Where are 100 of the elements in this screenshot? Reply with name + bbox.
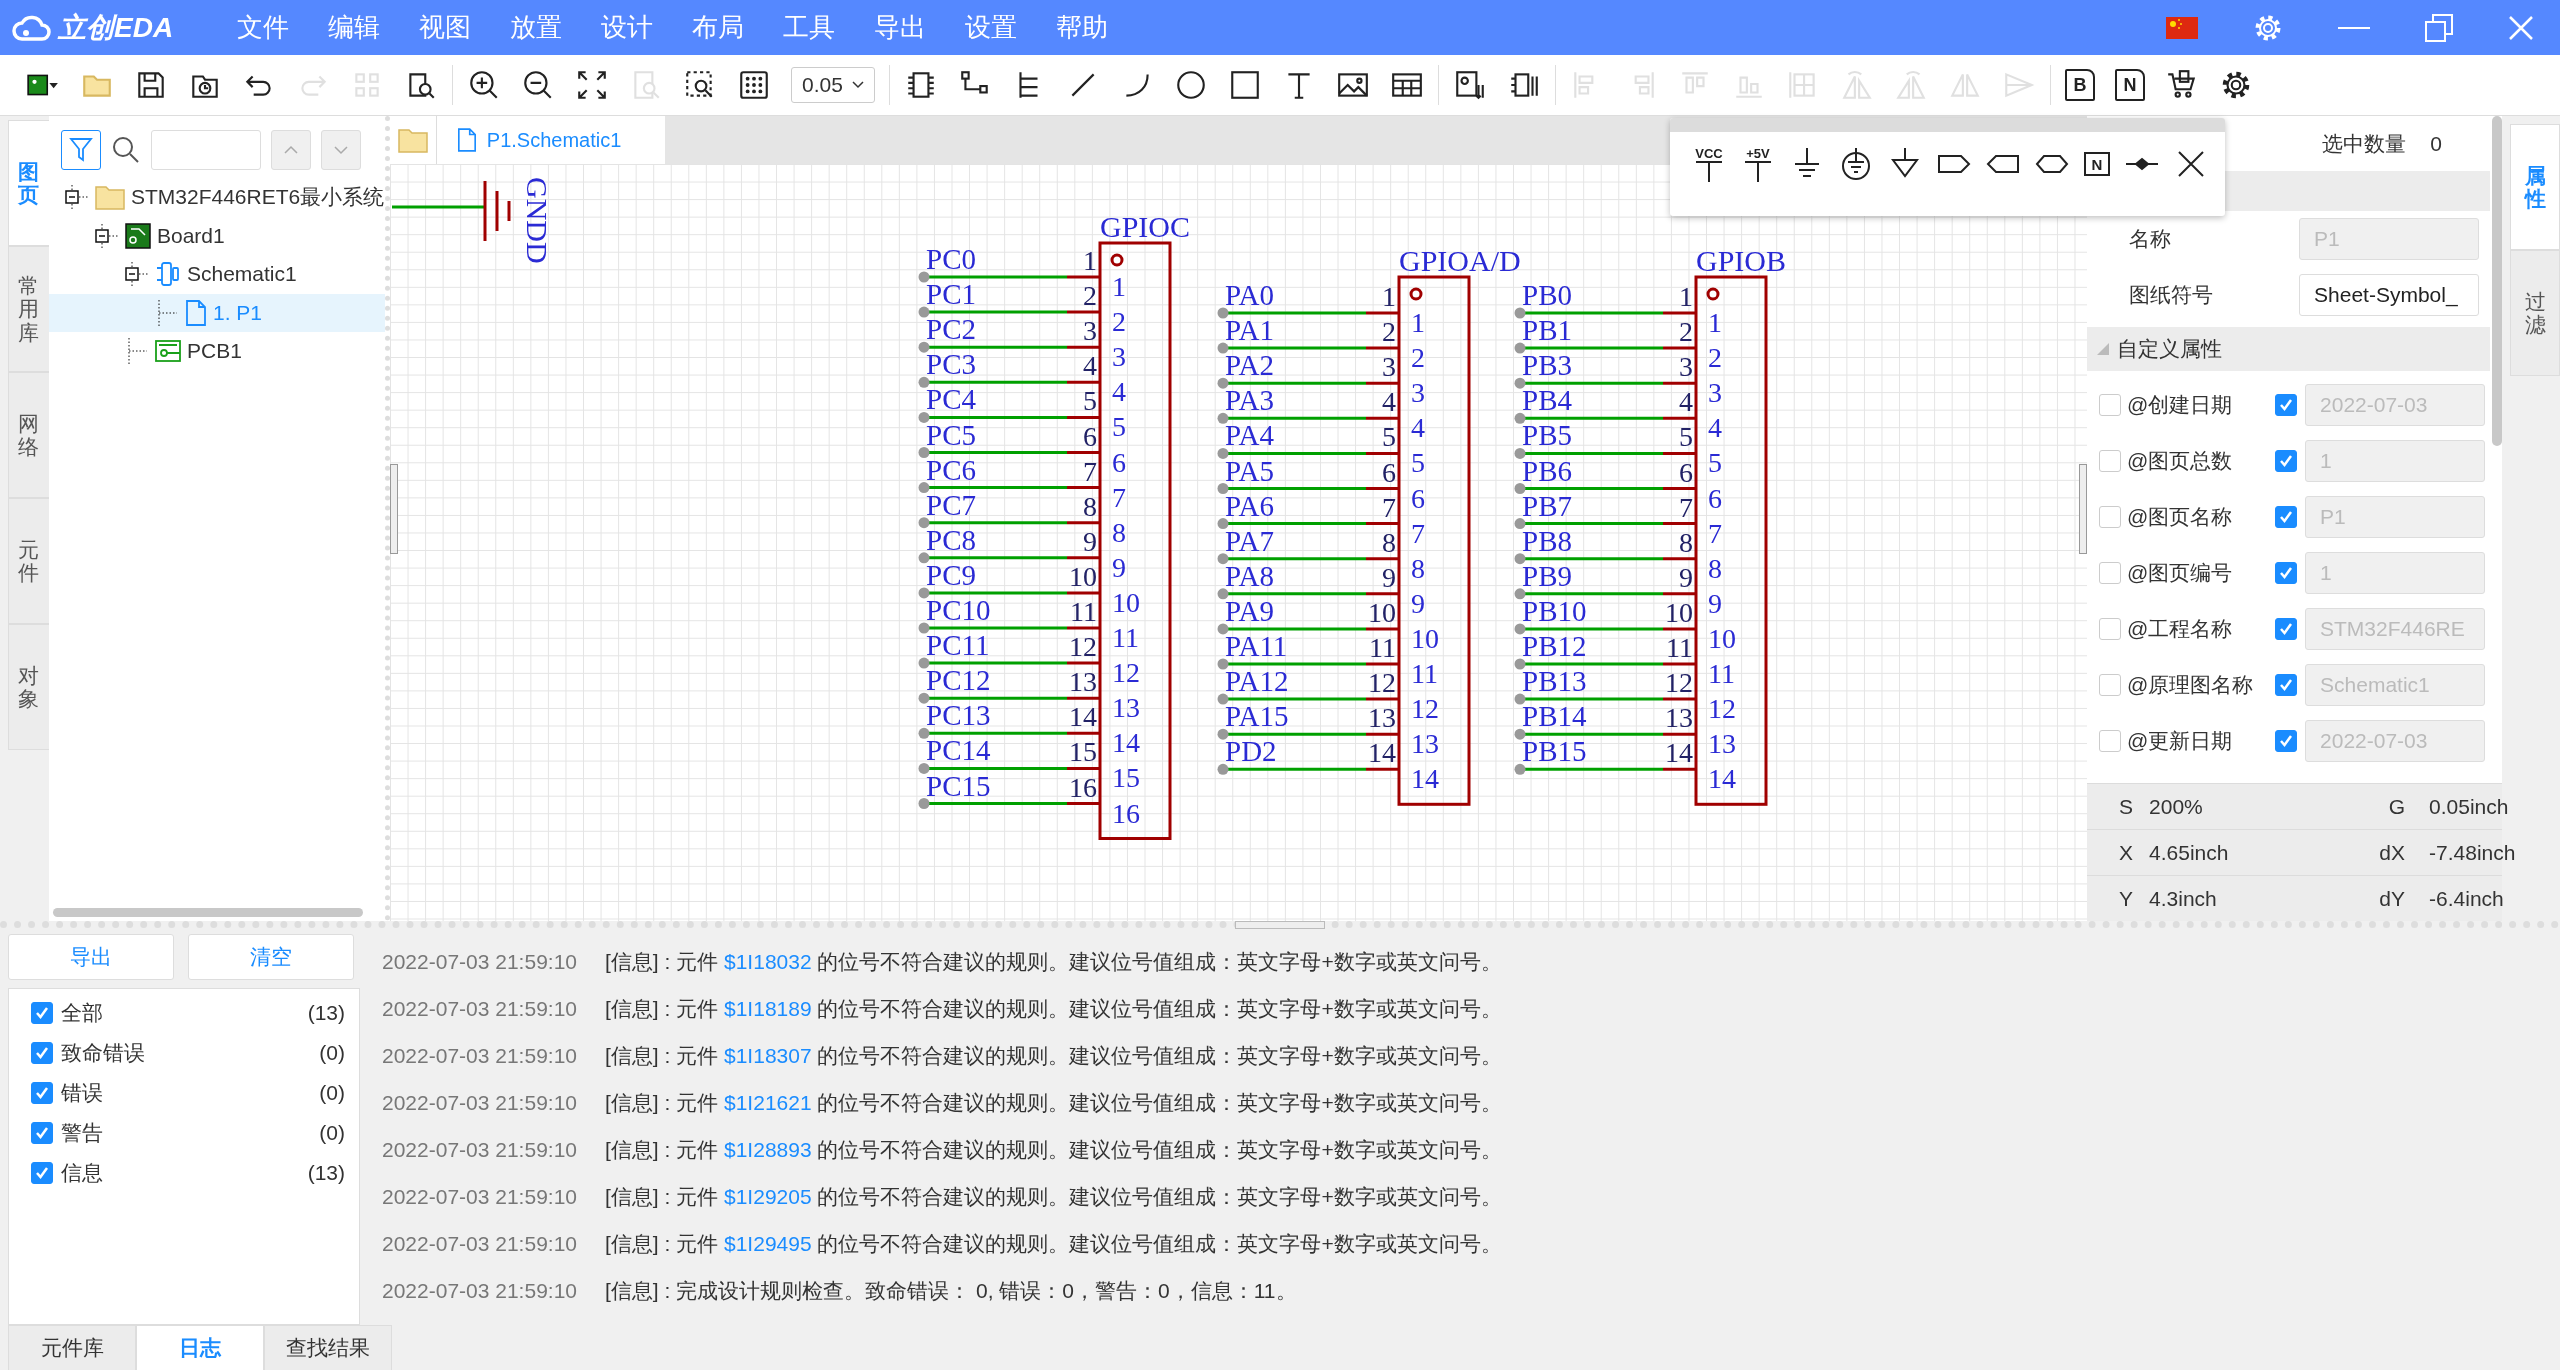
- menu-item[interactable]: 设计: [601, 10, 653, 45]
- component-link[interactable]: $1I18189: [724, 996, 812, 1020]
- bottom-tab[interactable]: 元件库: [8, 1325, 136, 1370]
- side-tab[interactable]: 网络: [8, 372, 49, 498]
- checkbox[interactable]: [31, 1002, 53, 1024]
- pin[interactable]: [1217, 483, 1399, 494]
- letter-document-icon[interactable]: B: [2065, 69, 2095, 101]
- menu-item[interactable]: 帮助: [1056, 10, 1108, 45]
- checkbox[interactable]: [2275, 618, 2298, 640]
- component-link[interactable]: $1I29495: [724, 1231, 812, 1255]
- pin[interactable]: [1217, 307, 1399, 319]
- circle-icon[interactable]: [1174, 68, 1208, 102]
- side-tab[interactable]: 图页: [8, 120, 49, 246]
- pin[interactable]: [918, 762, 1100, 774]
- pin[interactable]: [1514, 728, 1696, 740]
- bottom-tab[interactable]: 查找结果: [264, 1325, 392, 1370]
- fit-icon[interactable]: [575, 68, 609, 102]
- pin[interactable]: [1514, 377, 1696, 389]
- pin[interactable]: [918, 376, 1100, 388]
- menu-item[interactable]: 工具: [783, 10, 835, 45]
- checkbox[interactable]: [31, 1122, 53, 1144]
- pin[interactable]: [1514, 307, 1696, 319]
- checkbox[interactable]: [2099, 562, 2122, 584]
- checkbox[interactable]: [2275, 450, 2298, 472]
- pin[interactable]: [918, 271, 1100, 283]
- pin[interactable]: [918, 552, 1100, 564]
- pin[interactable]: [1514, 588, 1696, 600]
- pin[interactable]: [1217, 447, 1399, 459]
- checkbox[interactable]: [2275, 506, 2298, 528]
- splitter-handle[interactable]: [2079, 464, 2088, 554]
- splitter-handle[interactable]: [389, 464, 398, 554]
- log-button[interactable]: 导出: [8, 934, 174, 980]
- pin[interactable]: [918, 411, 1100, 423]
- flag-icon[interactable]: [2166, 16, 2198, 39]
- checkbox[interactable]: [2099, 394, 2122, 416]
- side-tab[interactable]: 元件: [8, 498, 49, 624]
- minimize-icon[interactable]: [2338, 25, 2370, 30]
- pin[interactable]: [1514, 342, 1696, 354]
- board-sort-icon[interactable]: [1453, 68, 1487, 102]
- side-tab[interactable]: 对象: [8, 624, 49, 750]
- pin[interactable]: [918, 341, 1100, 353]
- pin[interactable]: [1514, 412, 1696, 424]
- log-button[interactable]: 清空: [188, 934, 354, 980]
- letter-document-icon[interactable]: N: [2115, 69, 2145, 101]
- side-tab[interactable]: 常用库: [8, 246, 49, 372]
- checkbox[interactable]: [31, 1042, 53, 1064]
- pin[interactable]: [1217, 763, 1399, 775]
- restore-icon[interactable]: [2424, 12, 2454, 43]
- checkbox[interactable]: [2275, 674, 2298, 696]
- tree-item[interactable]: 1. P1: [213, 300, 263, 325]
- document-tab[interactable]: P1.Schematic1: [436, 116, 666, 164]
- pin[interactable]: [1217, 377, 1399, 389]
- pin[interactable]: [1217, 728, 1399, 740]
- checkbox[interactable]: [2099, 618, 2122, 640]
- pin[interactable]: [918, 447, 1100, 458]
- pin[interactable]: [1217, 658, 1399, 670]
- menu-item[interactable]: 视图: [419, 10, 471, 45]
- pin[interactable]: [918, 622, 1100, 634]
- scrollbar[interactable]: [2492, 116, 2503, 446]
- checkbox[interactable]: [2275, 730, 2298, 752]
- pin[interactable]: [918, 798, 1100, 809]
- menu-item[interactable]: 放置: [510, 10, 562, 45]
- pin[interactable]: [1514, 518, 1696, 530]
- checkbox[interactable]: [31, 1162, 53, 1184]
- pin[interactable]: [1514, 447, 1696, 459]
- checkbox[interactable]: [2275, 562, 2298, 584]
- component-body[interactable]: [1694, 275, 1768, 806]
- bottom-tab[interactable]: 日志: [136, 1325, 264, 1370]
- component-link[interactable]: $1I21621: [724, 1090, 812, 1114]
- checkbox[interactable]: [2099, 674, 2122, 696]
- power-label[interactable]: VCC: [1695, 146, 1723, 160]
- checkbox[interactable]: [2275, 394, 2298, 416]
- rectangle-icon[interactable]: [1228, 68, 1262, 102]
- pin[interactable]: [1514, 483, 1696, 494]
- pin[interactable]: [918, 657, 1100, 669]
- pin[interactable]: [1217, 412, 1399, 424]
- menu-item[interactable]: 导出: [874, 10, 926, 45]
- checkbox[interactable]: [2099, 506, 2122, 528]
- search-icon[interactable]: [111, 135, 141, 165]
- component-link[interactable]: $1I18032: [724, 949, 812, 973]
- power-label[interactable]: +5V: [1746, 146, 1770, 160]
- search-field[interactable]: [151, 130, 261, 170]
- menu-item[interactable]: 文件: [237, 10, 289, 45]
- pin[interactable]: [1217, 342, 1399, 354]
- dot-grid-icon[interactable]: [737, 68, 771, 102]
- menu-item[interactable]: 编辑: [328, 10, 380, 45]
- collapse-icon[interactable]: [123, 261, 149, 288]
- pin[interactable]: [1217, 553, 1399, 565]
- collapse-icon[interactable]: [63, 184, 89, 211]
- checkbox[interactable]: [31, 1082, 53, 1104]
- pin[interactable]: [918, 482, 1100, 494]
- pin[interactable]: [1514, 763, 1696, 775]
- pin[interactable]: [1514, 553, 1696, 565]
- pin[interactable]: [918, 517, 1100, 529]
- schematic-canvas[interactable]: [389, 164, 2088, 921]
- component-body[interactable]: [1397, 275, 1471, 806]
- pin[interactable]: [1514, 658, 1696, 670]
- pin[interactable]: [1217, 623, 1399, 635]
- menu-item[interactable]: 设置: [965, 10, 1017, 45]
- side-tab[interactable]: 属性: [2510, 124, 2560, 250]
